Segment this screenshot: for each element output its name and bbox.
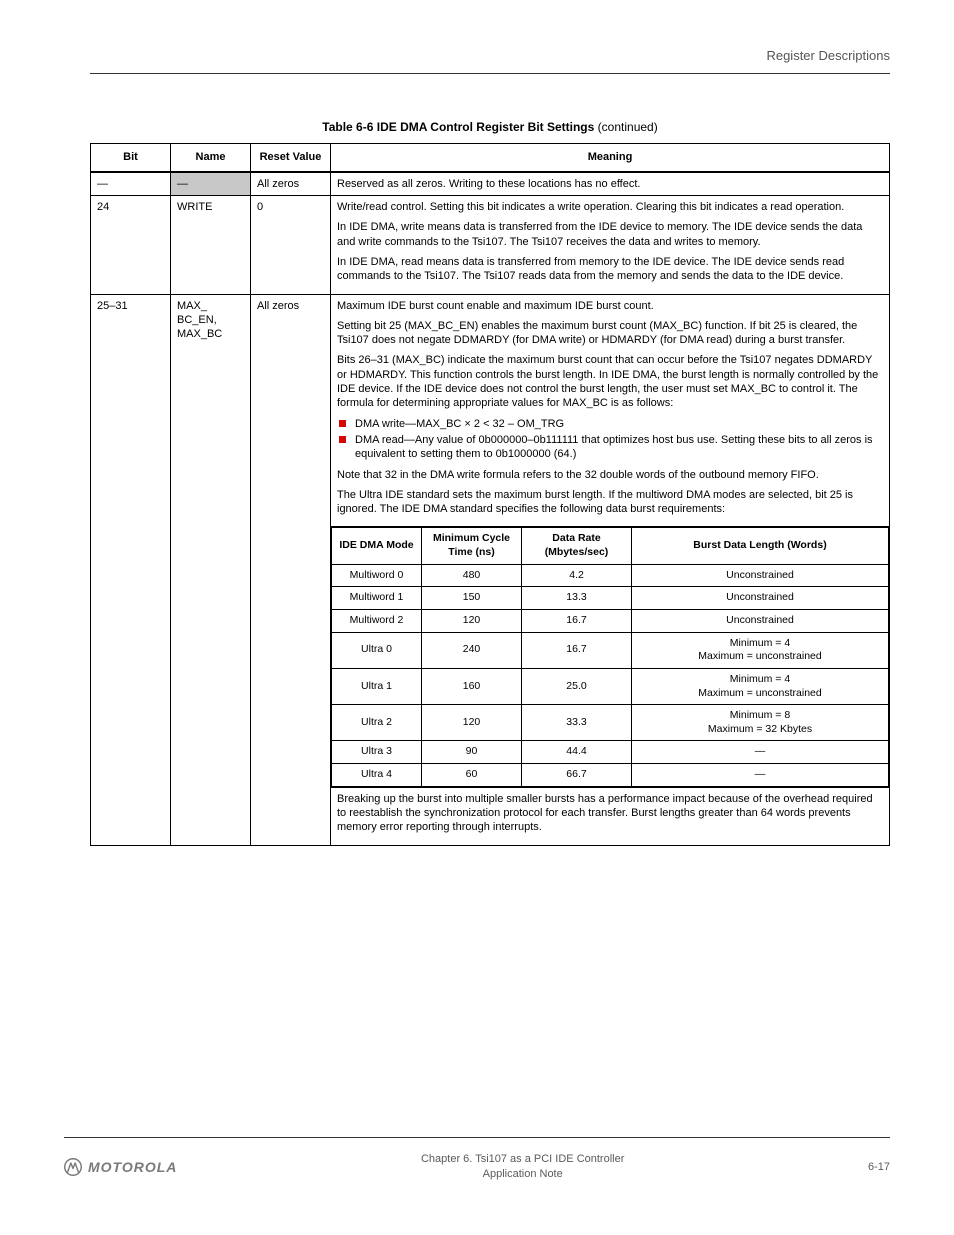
motorola-logo-icon bbox=[64, 1158, 82, 1176]
col-value: Reset Value bbox=[251, 144, 331, 172]
inner-cell: Ultra 2 bbox=[332, 705, 422, 741]
icol-rate: Data Rate (Mbytes/sec) bbox=[522, 528, 632, 564]
col-name: Name bbox=[171, 144, 251, 172]
table-row: — — All zeros Reserved as all zeros. Wri… bbox=[91, 172, 890, 196]
inner-cell: 120 bbox=[422, 609, 522, 632]
inner-cell: — bbox=[632, 764, 889, 787]
inner-cell: Minimum = 4 Maximum = unconstrained bbox=[632, 668, 889, 704]
cell-bit: 24 bbox=[91, 196, 171, 294]
col-meaning: Meaning bbox=[331, 144, 890, 172]
cell-bit: 25–31 bbox=[91, 294, 171, 845]
inner-cell: Unconstrained bbox=[632, 587, 889, 610]
table-row: 25–31 MAX_ BC_EN, MAX_BC All zeros Maxim… bbox=[91, 294, 890, 527]
inner-row: Ultra 39044.4— bbox=[332, 741, 889, 764]
cell-name: WRITE bbox=[171, 196, 251, 294]
cell-value: 0 bbox=[251, 196, 331, 294]
icol-cycle: Minimum Cycle Time (ns) bbox=[422, 528, 522, 564]
cell-meaning-bottom: Breaking up the burst into multiple smal… bbox=[331, 787, 890, 845]
cell-meaning: Write/read control. Setting this bit ind… bbox=[331, 196, 890, 294]
inner-cell: Multiword 0 bbox=[332, 564, 422, 587]
cell-value: All zeros bbox=[251, 172, 331, 196]
page: Register Descriptions Table 6-6 IDE DMA … bbox=[0, 0, 954, 1235]
list-item: DMA read—Any value of 0b000000–0b111111 … bbox=[337, 433, 883, 462]
inner-cell: Unconstrained bbox=[632, 564, 889, 587]
footer-title: Chapter 6. Tsi107 as a PCI IDE Controlle… bbox=[177, 1152, 868, 1166]
icol-burst: Burst Data Length (Words) bbox=[632, 528, 889, 564]
inner-row: Ultra 024016.7Minimum = 4 Maximum = unco… bbox=[332, 632, 889, 668]
inner-header-row: IDE DMA Mode Minimum Cycle Time (ns) Dat… bbox=[332, 528, 889, 564]
cell-meaning-top: Maximum IDE burst count enable and maxim… bbox=[331, 294, 890, 527]
cell-meaning: Reserved as all zeros. Writing to these … bbox=[331, 172, 890, 196]
page-number: 6-17 bbox=[868, 1160, 890, 1174]
inner-cell: 66.7 bbox=[522, 764, 632, 787]
inner-cell: 13.3 bbox=[522, 587, 632, 610]
inner-cell: 60 bbox=[422, 764, 522, 787]
inner-row: Ultra 116025.0Minimum = 4 Maximum = unco… bbox=[332, 668, 889, 704]
inner-cell: — bbox=[632, 741, 889, 764]
inner-cell: 44.4 bbox=[522, 741, 632, 764]
para: Maximum IDE burst count enable and maxim… bbox=[337, 299, 883, 313]
inner-cell: 16.7 bbox=[522, 609, 632, 632]
para: Breaking up the burst into multiple smal… bbox=[337, 792, 883, 835]
inner-cell: Ultra 0 bbox=[332, 632, 422, 668]
para: The Ultra IDE standard sets the maximum … bbox=[337, 488, 883, 517]
list-item: DMA write—MAX_BC × 2 < 32 – OM_TRG bbox=[337, 417, 883, 431]
inner-cell: 4.2 bbox=[522, 564, 632, 587]
running-header-text: Register Descriptions bbox=[90, 48, 890, 65]
inner-cell: 16.7 bbox=[522, 632, 632, 668]
cell-inner-table: IDE DMA Mode Minimum Cycle Time (ns) Dat… bbox=[331, 527, 890, 787]
cell-bit: — bbox=[91, 172, 171, 196]
inner-cell: 25.0 bbox=[522, 668, 632, 704]
running-header: Register Descriptions bbox=[90, 48, 890, 74]
inner-row: Ultra 46066.7— bbox=[332, 764, 889, 787]
inner-cell: 120 bbox=[422, 705, 522, 741]
table-label: Table 6-6 bbox=[322, 120, 373, 134]
inner-cell: Ultra 3 bbox=[332, 741, 422, 764]
brand-name: MOTOROLA bbox=[88, 1158, 177, 1176]
para: Write/read control. Setting this bit ind… bbox=[337, 200, 883, 214]
inner-cell: 33.3 bbox=[522, 705, 632, 741]
list-item-label: DMA read—Any value of 0b000000–0b111111 … bbox=[355, 434, 873, 460]
bullet-icon bbox=[339, 420, 346, 427]
bullet-icon bbox=[339, 436, 346, 443]
table-row: 24 WRITE 0 Write/read control. Setting t… bbox=[91, 196, 890, 294]
para: Setting bit 25 (MAX_BC_EN) enables the m… bbox=[337, 319, 883, 348]
table-continued: (continued) bbox=[598, 120, 658, 134]
inner-cell: 160 bbox=[422, 668, 522, 704]
cell-value: All zeros bbox=[251, 294, 331, 845]
inner-cell: Minimum = 4 Maximum = unconstrained bbox=[632, 632, 889, 668]
inner-cell: 90 bbox=[422, 741, 522, 764]
inner-cell: Unconstrained bbox=[632, 609, 889, 632]
inner-cell: Multiword 2 bbox=[332, 609, 422, 632]
bullet-list: DMA write—MAX_BC × 2 < 32 – OM_TRG DMA r… bbox=[337, 417, 883, 462]
inner-row: Multiword 212016.7Unconstrained bbox=[332, 609, 889, 632]
register-table: Bit Name Reset Value Meaning — — All zer… bbox=[90, 143, 890, 845]
footer-subtitle: Application Note bbox=[177, 1167, 868, 1181]
para: In IDE DMA, write means data is transfer… bbox=[337, 220, 883, 249]
inner-cell: Multiword 1 bbox=[332, 587, 422, 610]
para: In IDE DMA, read means data is transferr… bbox=[337, 255, 883, 284]
inner-row: Multiword 115013.3Unconstrained bbox=[332, 587, 889, 610]
inner-cell: 150 bbox=[422, 587, 522, 610]
table-title: IDE DMA Control Register Bit Settings bbox=[377, 120, 595, 134]
table-caption: Table 6-6 IDE DMA Control Register Bit S… bbox=[90, 114, 890, 144]
icol-mode: IDE DMA Mode bbox=[332, 528, 422, 564]
inner-table: IDE DMA Mode Minimum Cycle Time (ns) Dat… bbox=[331, 527, 889, 786]
inner-row: Ultra 212033.3Minimum = 8 Maximum = 32 K… bbox=[332, 705, 889, 741]
footer: MOTOROLA Chapter 6. Tsi107 as a PCI IDE … bbox=[64, 1137, 890, 1181]
inner-cell: 240 bbox=[422, 632, 522, 668]
para: Bits 26–31 (MAX_BC) indicate the maximum… bbox=[337, 353, 883, 410]
para: Note that 32 in the DMA write formula re… bbox=[337, 468, 883, 482]
inner-cell: Ultra 4 bbox=[332, 764, 422, 787]
list-item-label: DMA write—MAX_BC × 2 < 32 – OM_TRG bbox=[355, 418, 564, 430]
inner-cell: 480 bbox=[422, 564, 522, 587]
cell-name: — bbox=[171, 172, 251, 196]
inner-row: Multiword 04804.2Unconstrained bbox=[332, 564, 889, 587]
brand: MOTOROLA bbox=[64, 1158, 177, 1176]
inner-cell: Minimum = 8 Maximum = 32 Kbytes bbox=[632, 705, 889, 741]
col-bit: Bit bbox=[91, 144, 171, 172]
inner-cell: Ultra 1 bbox=[332, 668, 422, 704]
table-header-row: Bit Name Reset Value Meaning bbox=[91, 144, 890, 172]
cell-name: MAX_ BC_EN, MAX_BC bbox=[171, 294, 251, 845]
